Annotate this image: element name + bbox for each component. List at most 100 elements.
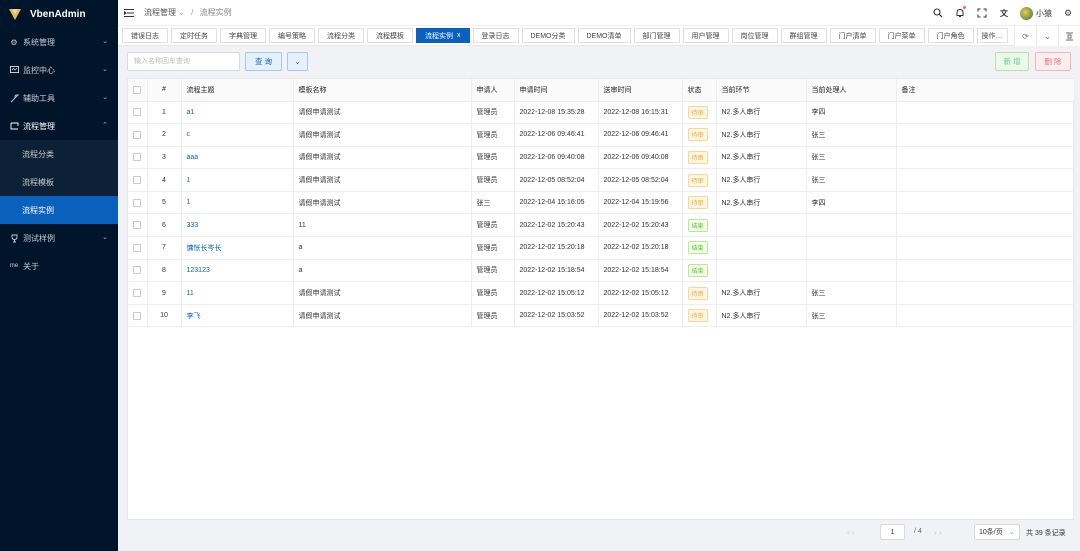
subject-link[interactable]: 1 [187, 199, 191, 206]
table-row[interactable]: 2 c 请假申请测试 管理员 2022-12-06 09:46:41 2022-12-06… [128, 123, 1075, 147]
subject-link[interactable]: 11 [187, 290, 194, 297]
subject-link[interactable]: c [187, 131, 191, 138]
checkbox[interactable] [133, 85, 142, 94]
subject-link[interactable]: 慵怅长岑长 [187, 245, 222, 252]
tab-workflow-category[interactable]: 流程分类 [318, 28, 364, 43]
fullscreen-icon[interactable] [976, 7, 988, 19]
column-header[interactable]: 备注 [896, 79, 1075, 102]
table-row[interactable]: 4 1 请假申请测试 管理员 2022-12-05 08:52:04 2022-12-05… [128, 168, 1075, 192]
subject-link[interactable]: 李飞 [187, 313, 201, 320]
column-header[interactable]: 送审时间 [598, 79, 683, 102]
next-page-icon[interactable]: › › [934, 528, 942, 537]
tab-label: 编号策略 [278, 32, 306, 40]
query-button[interactable]: 查 询 [245, 52, 282, 71]
subject-link[interactable]: a1 [187, 109, 195, 116]
tab-login-log[interactable]: 登录日志 [472, 28, 519, 43]
tab-demo-category[interactable]: DEMO分类 [521, 28, 575, 43]
tab-portal-menu[interactable]: 门户菜单 [878, 28, 925, 43]
tab-dictionary[interactable]: 字典管理 [220, 28, 266, 43]
bell-icon[interactable] [954, 6, 966, 19]
cell-step: N2.多人串行 [716, 168, 807, 192]
user-dropdown[interactable]: 小猿 [1020, 6, 1052, 20]
cell-template: 请假申请测试 [293, 168, 472, 192]
close-icon[interactable]: x [457, 32, 461, 39]
tab-workflow-instance[interactable]: 流程实例 x [416, 28, 470, 43]
column-header[interactable]: 申请人 [471, 79, 515, 102]
cell-submit-time: 2022-12-02 15:03:52 [598, 304, 683, 328]
table-body: 1 a1 请假申请测试 管理员 2022-12-08 15:35:28 2022-12-0… [128, 101, 1075, 328]
table-row[interactable]: 7 慵怅长岑长 a 管理员 2022-12-02 15:20:18 2022-12-02 … [128, 236, 1075, 260]
row-checkbox[interactable] [133, 198, 142, 207]
logo[interactable]: VbenAdmin [0, 0, 118, 28]
tab-scheduled-task[interactable]: 定时任务 [171, 28, 217, 43]
current-page-input[interactable]: 1 [880, 524, 905, 540]
sidebar-item-tools[interactable]: 辅助工具 ⌄ [0, 84, 118, 112]
tab-workflow-template[interactable]: 流程模板 [367, 28, 413, 43]
tab-user[interactable]: 用户管理 [682, 28, 729, 43]
row-checkbox[interactable] [133, 289, 142, 298]
column-header[interactable]: 状态 [682, 79, 717, 102]
breadcrumb-item[interactable]: 流程管理 [144, 8, 176, 17]
row-checkbox[interactable] [133, 153, 142, 162]
table-row[interactable]: 9 11 请假申请测试 管理员 2022-12-02 15:05:12 2022-12-0… [128, 281, 1075, 305]
tab-post[interactable]: 岗位管理 [731, 28, 778, 43]
subject-link[interactable]: aaa [187, 154, 199, 161]
row-checkbox[interactable] [133, 266, 142, 275]
table-row[interactable]: 1 a1 请假申请测试 管理员 2022-12-08 15:35:28 2022-12-0… [128, 101, 1075, 125]
subject-link[interactable]: 1 [187, 177, 191, 184]
settings-icon[interactable]: ⚙ [1062, 7, 1074, 19]
cell-submit-time: 2022-12-06 09:40:08 [598, 146, 683, 170]
expand-button[interactable]: ⌄ [287, 52, 308, 71]
sidebar-item-workflow-category[interactable]: 流程分类 [0, 140, 118, 168]
subject-link[interactable]: 123123 [187, 267, 210, 274]
refresh-icon[interactable]: ⟳ [1014, 26, 1036, 46]
delete-button[interactable]: 删 除 [1035, 52, 1071, 71]
column-header[interactable]: 申请时间 [514, 79, 599, 102]
tab-label: 部门管理 [642, 32, 671, 40]
sidebar-item-workflow[interactable]: 流程管理 ⌃ [0, 112, 118, 140]
column-header[interactable]: 模板名称 [293, 79, 472, 102]
tab-portal-list[interactable]: 门户清单 [829, 28, 876, 43]
sidebar-item-about[interactable]: me 关于 [0, 252, 118, 280]
page-size-select[interactable]: 10条/页 ⌄ [974, 524, 1020, 540]
tab-demo-list[interactable]: DEMO清单 [577, 28, 631, 43]
row-checkbox[interactable] [133, 243, 142, 252]
column-header[interactable]: 当前环节 [716, 79, 807, 102]
subject-link[interactable]: 333 [187, 222, 199, 229]
chevron-down-icon[interactable]: ⌄ [1036, 26, 1058, 46]
fold-icon[interactable] [1058, 26, 1080, 46]
table-row[interactable]: 3 aaa 请假申请测试 管理员 2022-12-06 09:40:08 2022-12-… [128, 146, 1075, 170]
tab-portal-role[interactable]: 门户角色 [927, 28, 974, 43]
cell-template: 请假申请测试 [293, 281, 472, 305]
row-checkbox[interactable] [133, 311, 142, 320]
row-checkbox[interactable] [133, 221, 142, 230]
row-checkbox[interactable] [133, 108, 142, 117]
search-input[interactable] [127, 52, 240, 71]
row-checkbox[interactable] [133, 176, 142, 185]
table-row[interactable]: 5 1 请假申请测试 张三 2022-12-04 15:16:05 2022-12-04 … [128, 191, 1075, 215]
select-all-checkbox[interactable] [128, 79, 148, 102]
sidebar-item-workflow-template[interactable]: 流程模板 [0, 168, 118, 196]
search-icon[interactable] [932, 7, 944, 19]
column-header[interactable]: 当前处理人 [806, 79, 897, 102]
sidebar-item-test[interactable]: 测试样例 ⌄ [0, 224, 118, 252]
tab-operation[interactable]: 操作… [976, 28, 1008, 43]
row-index: 10 [147, 304, 182, 328]
menu-fold-icon[interactable] [124, 8, 134, 17]
tab-department[interactable]: 部门管理 [633, 28, 680, 43]
table-row[interactable]: 6 333 11 管理员 2022-12-02 15:20:43 2022-12-02 1… [128, 213, 1075, 238]
sidebar-item-system[interactable]: ⚙ 系统管理 ⌄ [0, 28, 118, 56]
translate-icon[interactable]: 文 [998, 7, 1010, 19]
sidebar-item-workflow-instance[interactable]: 流程实例 [0, 196, 118, 224]
prev-page-icon[interactable]: ‹ ‹ [847, 528, 855, 537]
column-header[interactable]: 流程主题 [181, 79, 294, 102]
tab-group[interactable]: 群组管理 [780, 28, 827, 43]
table-row[interactable]: 8 123123 a 管理员 2022-12-02 15:18:54 2022-12-02… [128, 259, 1075, 283]
tab-error-log[interactable]: 错误日志 [122, 28, 168, 43]
row-checkbox[interactable] [133, 130, 142, 139]
table-row[interactable]: 10 李飞 请假申请测试 管理员 2022-12-02 15:03:52 2022-12-… [128, 304, 1075, 328]
row-checkbox-cell [128, 213, 148, 238]
tab-numbering[interactable]: 编号策略 [269, 28, 315, 43]
add-button[interactable]: 新 增 [995, 52, 1029, 71]
sidebar-item-monitor[interactable]: 监控中心 ⌄ [0, 56, 118, 84]
